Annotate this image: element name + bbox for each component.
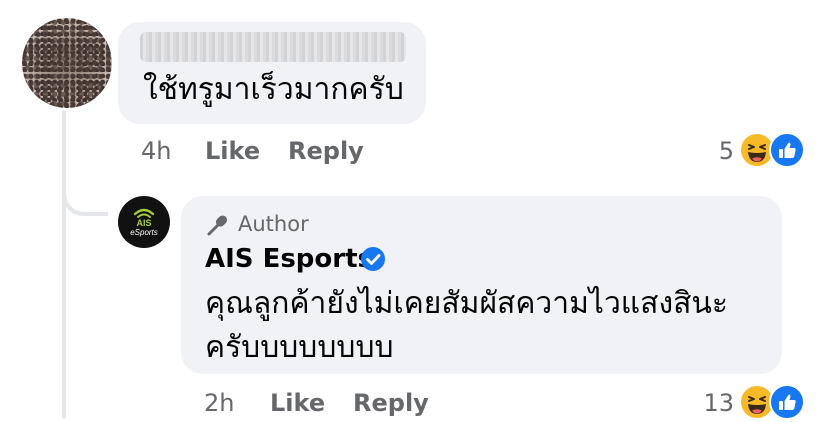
- ais-esports-avatar[interactable]: AIS eSports: [118, 196, 170, 248]
- like-reaction-icon: [769, 384, 805, 420]
- author-badge-label: Author: [238, 212, 309, 236]
- reply-like-button[interactable]: Like: [270, 389, 325, 417]
- reply-text: คุณลูกค้ายังไม่เคยสัมผัสความไวแสงสินะ คร…: [205, 286, 729, 365]
- reply-reply-button[interactable]: Reply: [353, 389, 429, 417]
- comment-timestamp[interactable]: 4h: [141, 136, 171, 166]
- thread-line: [62, 110, 66, 419]
- commenter-avatar[interactable]: [22, 18, 112, 108]
- comment-reply-button[interactable]: Reply: [288, 137, 364, 165]
- reply-timestamp[interactable]: 2h: [204, 388, 234, 418]
- reply-reaction-count[interactable]: 13: [690, 388, 734, 418]
- page-name[interactable]: AIS Esports: [205, 242, 373, 276]
- logo-text-top: AIS: [136, 218, 151, 228]
- logo-text-bottom: eSports: [130, 228, 158, 237]
- verified-badge-icon: [360, 246, 386, 272]
- comment-reaction-count[interactable]: 5: [690, 136, 734, 166]
- like-reaction-icon: [769, 132, 805, 168]
- comment-text: ใช้ทรูมาเร็วมากครับ: [143, 72, 404, 107]
- microphone-icon: [205, 212, 231, 238]
- thread-reply-connector: [62, 176, 108, 216]
- comment-like-button[interactable]: Like: [205, 137, 260, 165]
- commenter-name-redacted[interactable]: [140, 32, 406, 62]
